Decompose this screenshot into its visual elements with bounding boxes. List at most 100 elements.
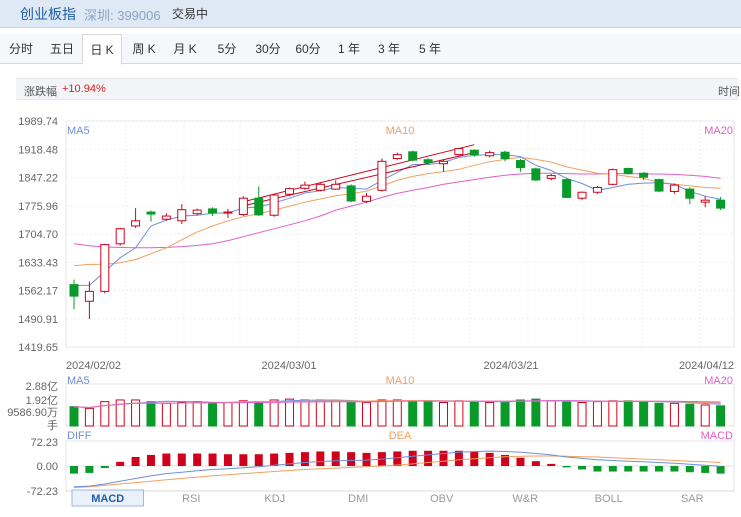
volume-bar xyxy=(438,401,448,427)
price-tick-label: 1704.70 xyxy=(18,229,58,241)
macd-bar xyxy=(516,457,525,466)
candle-body xyxy=(685,188,695,199)
volume-bar xyxy=(315,399,325,427)
tab-8[interactable]: 1 年 xyxy=(332,34,366,64)
change-row: 涨跌幅 +10.94% 时间 xyxy=(16,78,740,100)
volume-bar xyxy=(161,402,171,427)
volume-bar xyxy=(192,401,202,427)
volume-bar xyxy=(362,401,372,427)
volume-bar xyxy=(485,401,495,427)
macd-bar xyxy=(454,450,463,466)
tab-9[interactable]: 3 年 xyxy=(370,34,408,64)
candle-body xyxy=(146,211,156,215)
macd-bar xyxy=(624,466,633,472)
volume-ma20-label: MA20 xyxy=(704,375,733,387)
candle-body xyxy=(469,149,479,156)
tab-2[interactable]: 日 K xyxy=(82,34,122,65)
volume-bar xyxy=(408,400,418,427)
volume-bar xyxy=(392,399,402,427)
macd-bar xyxy=(655,466,664,472)
macd-bar xyxy=(362,452,371,466)
candle-body xyxy=(531,168,541,181)
volume-bar xyxy=(69,406,79,427)
ma20-line xyxy=(73,172,721,249)
trading-status: 交易中 xyxy=(172,7,209,21)
tab-6[interactable]: 30分 xyxy=(250,34,286,64)
candle-body xyxy=(238,197,248,215)
volume-bar xyxy=(331,400,341,427)
candle-body xyxy=(223,211,233,214)
indicator-tab-macd[interactable]: MACD xyxy=(91,493,124,505)
candle-body xyxy=(562,179,572,198)
price-tick-label: 1918.48 xyxy=(18,144,58,156)
volume-bar xyxy=(639,401,649,427)
indicator-tab-wr[interactable]: W&R xyxy=(512,493,538,505)
volume-bar xyxy=(423,400,433,427)
tab-10[interactable]: 5 年 xyxy=(412,34,448,64)
volume-bar xyxy=(562,401,572,427)
candle-body xyxy=(392,154,402,160)
tab-5[interactable]: 5分 xyxy=(208,34,246,64)
tab-4[interactable]: 月 K xyxy=(166,34,204,64)
index-name[interactable]: 创业板指 xyxy=(20,4,76,24)
indicator-tab-sar[interactable]: SAR xyxy=(681,493,704,505)
candle-body xyxy=(192,209,202,215)
macd-bar xyxy=(85,466,94,473)
indicator-tab-rsi[interactable]: RSI xyxy=(182,493,200,505)
candle-body xyxy=(623,167,633,175)
volume-bar xyxy=(515,399,525,427)
candle-body xyxy=(716,199,726,209)
candle-body xyxy=(700,199,710,203)
candle-body xyxy=(131,220,141,227)
macd-bar xyxy=(285,452,294,466)
volume-tick-label: 2.88亿 xyxy=(26,380,58,393)
candle-body xyxy=(208,208,218,214)
candle-body xyxy=(500,151,510,160)
tab-0[interactable]: 分时 xyxy=(0,34,42,64)
volume-bar xyxy=(269,399,279,427)
date-tick-label: 2024/02/02 xyxy=(66,360,121,372)
macd-bar xyxy=(578,466,587,470)
macd-bar xyxy=(254,454,263,466)
candle-body xyxy=(608,169,618,185)
volume-bar xyxy=(254,401,264,427)
volume-bar xyxy=(546,400,556,427)
date-tick-label: 2024/04/12 xyxy=(679,360,734,372)
macd-bar xyxy=(223,454,232,466)
volume-bar xyxy=(592,401,602,427)
tab-3[interactable]: 周 K xyxy=(126,34,162,64)
tab-7[interactable]: 60分 xyxy=(288,34,328,64)
trend-line xyxy=(243,152,475,207)
macd-bar xyxy=(116,461,125,466)
macd-bar xyxy=(685,466,694,473)
diff-line xyxy=(73,450,721,488)
macd-bar xyxy=(316,451,325,466)
indicator-tab-kdj[interactable]: KDJ xyxy=(264,493,285,505)
ma5-line xyxy=(74,154,721,286)
tab-1[interactable]: 五日 xyxy=(44,34,80,64)
price-tick-label: 1562.17 xyxy=(18,286,58,298)
macd-bar xyxy=(593,466,602,472)
candle-body xyxy=(100,244,110,292)
indicator-tab-boll[interactable]: BOLL xyxy=(595,493,623,505)
volume-bar xyxy=(454,400,464,427)
macd-bar xyxy=(393,451,402,466)
diff-label: DIFF xyxy=(67,430,92,442)
ma20-label: MA20 xyxy=(704,125,733,137)
volume-unit-label: 手 xyxy=(47,418,58,432)
volume-bar xyxy=(100,401,110,427)
macd-bar xyxy=(208,453,217,466)
indicator-tab-dmi[interactable]: DMI xyxy=(348,493,368,505)
indicator-tab-obv[interactable]: OBV xyxy=(430,493,454,505)
dea-line xyxy=(73,455,721,488)
volume-bar xyxy=(531,398,541,427)
macd-bar xyxy=(331,451,340,466)
price-panel-frame xyxy=(65,120,735,348)
volume-bar xyxy=(131,399,141,427)
candle-body xyxy=(269,194,279,216)
macd-bar xyxy=(716,466,725,474)
candle-body xyxy=(438,160,448,165)
macd-bar xyxy=(501,454,510,466)
volume-bar xyxy=(608,400,618,427)
macd-bar xyxy=(670,466,679,472)
